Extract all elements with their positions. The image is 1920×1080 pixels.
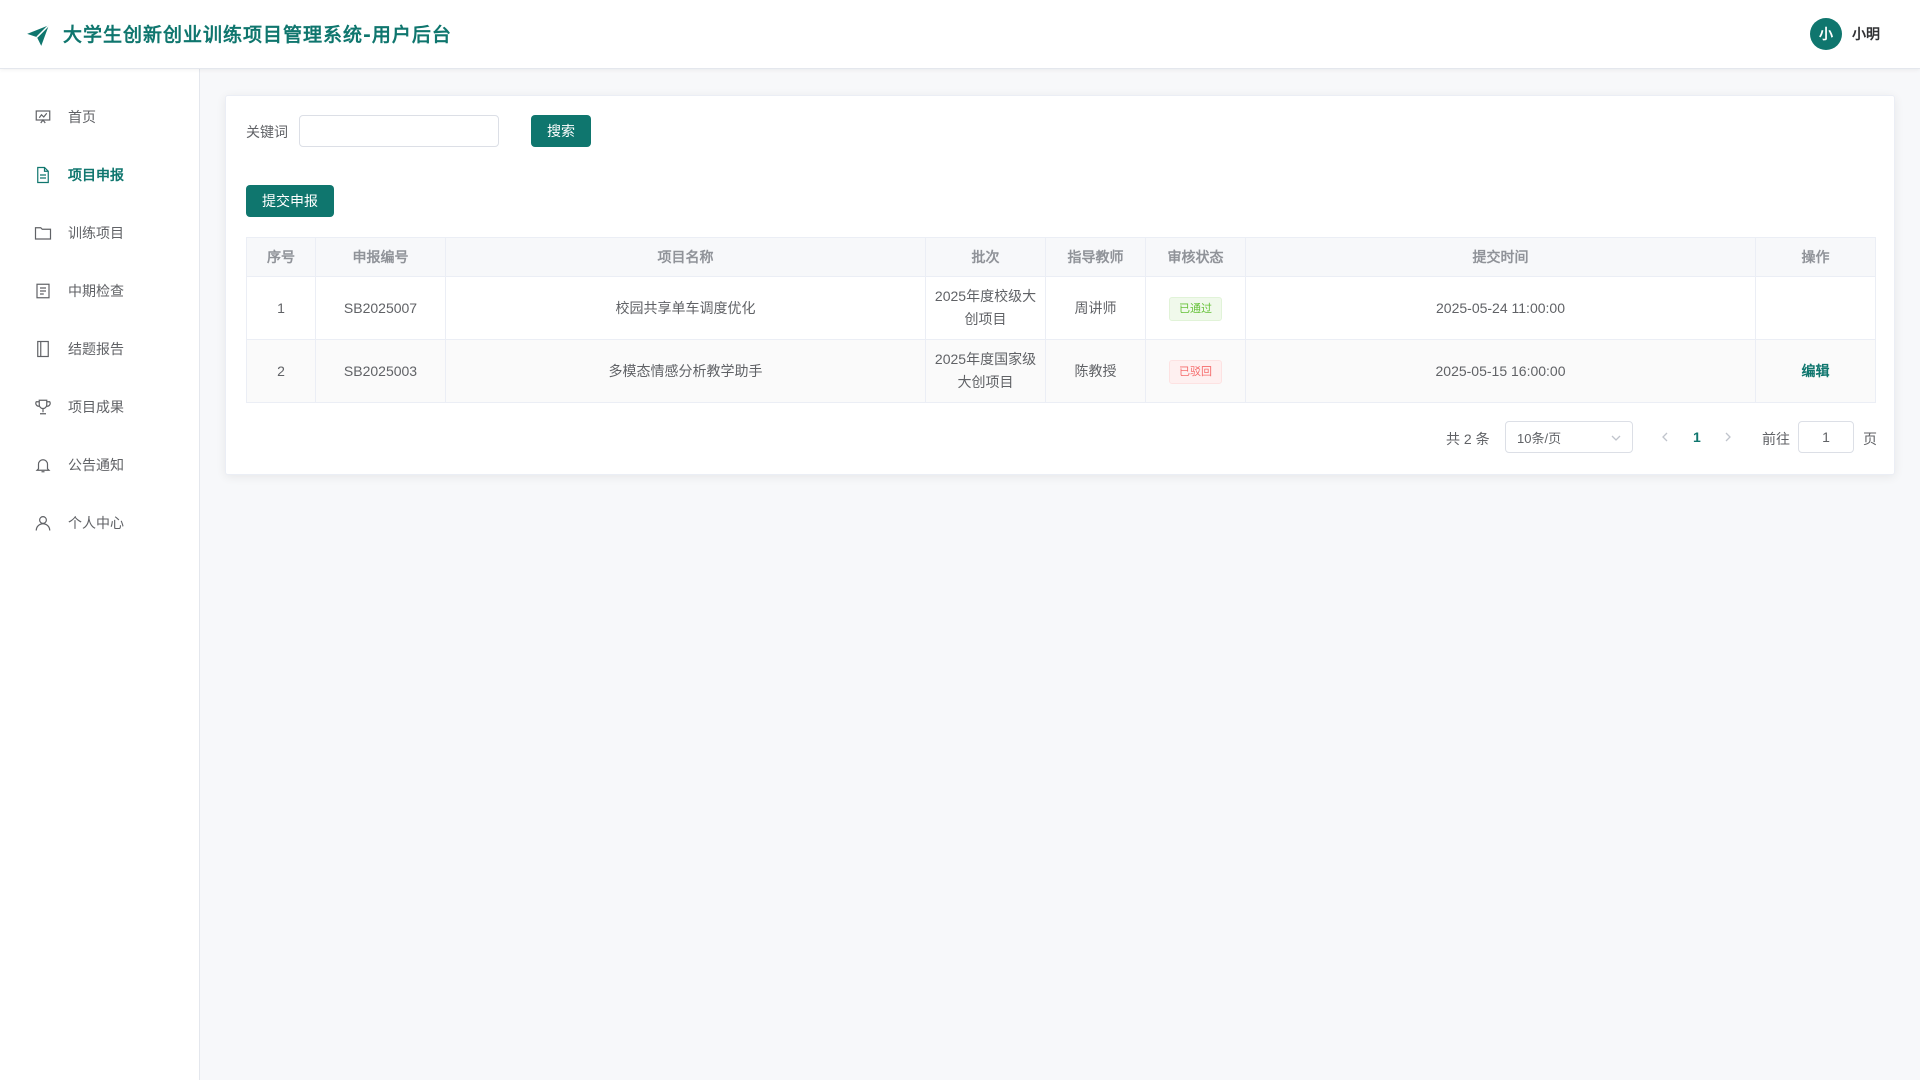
col-header-actions: 操作: [1755, 237, 1876, 277]
app-title: 大学生创新创业训练项目管理系统-用户后台: [63, 24, 452, 46]
document-icon: [37, 166, 49, 184]
sidebar-item-label: 中期检查: [68, 284, 124, 300]
goto-page-input[interactable]: [1798, 421, 1854, 453]
application-table: 序号 申报编号 项目名称 批次 指导教师 审核状态 提交时间 操作 1 SB20…: [246, 237, 1876, 403]
sidebar-item-final-report[interactable]: 结题报告: [0, 323, 199, 375]
sidebar-item-label: 结题报告: [68, 342, 124, 358]
col-header-name: 项目名称: [445, 237, 926, 277]
cell-name: 校园共享单车调度优化: [445, 276, 926, 340]
cell-submitted: 2025-05-24 11:00:00: [1245, 276, 1756, 340]
cell-actions: 编辑: [1755, 339, 1876, 403]
chevron-right-icon[interactable]: [1722, 431, 1734, 443]
status-badge: 已驳回: [1169, 359, 1222, 384]
username[interactable]: 小明: [1852, 24, 1880, 44]
submit-application-button[interactable]: 提交申报: [246, 185, 334, 217]
col-header-batch: 批次: [925, 237, 1046, 277]
page-size-select[interactable]: 10条/页: [1505, 421, 1633, 453]
cell-teacher: 周讲师: [1045, 276, 1146, 340]
cell-code: SB2025007: [315, 276, 446, 340]
sidebar-item-label: 项目申报: [68, 168, 124, 184]
col-header-teacher: 指导教师: [1045, 237, 1146, 277]
sidebar-item-achievements[interactable]: 项目成果: [0, 381, 199, 433]
table-row: 1 SB2025007 校园共享单车调度优化 2025年度校级大创项目 周讲师 …: [246, 276, 1876, 340]
main-card: 关键词 搜索 提交申报 序号 申报编号 项目名称 批次 指导教师 审核状态 提交…: [225, 95, 1895, 475]
sidebar-item-project-application[interactable]: 项目申报: [0, 149, 199, 201]
col-header-submitted: 提交时间: [1245, 237, 1756, 277]
status-badge: 已通过: [1169, 296, 1222, 321]
trophy-icon: [35, 399, 51, 415]
pagination-total: 共 2 条: [1446, 431, 1490, 447]
paper-plane-icon: [27, 24, 50, 46]
search-button[interactable]: 搜索: [531, 115, 591, 147]
top-header: 大学生创新创业训练项目管理系统-用户后台 小 小明: [0, 0, 1920, 69]
checklist-icon: [36, 283, 50, 299]
keyword-input[interactable]: [299, 115, 499, 147]
table-row: 2 SB2025003 多模态情感分析教学助手 2025年度国家级大创项目 陈教…: [246, 339, 1876, 403]
cell-status: 已通过: [1145, 276, 1246, 340]
page-size-value: 10条/页: [1517, 430, 1562, 446]
edit-link[interactable]: 编辑: [1802, 363, 1830, 379]
sidebar-item-label: 项目成果: [68, 400, 124, 416]
sidebar-item-profile[interactable]: 个人中心: [0, 497, 199, 549]
table-header-row: 序号 申报编号 项目名称 批次 指导教师 审核状态 提交时间 操作: [246, 237, 1876, 277]
sidebar-item-label: 公告通知: [68, 458, 124, 474]
goto-label: 前往: [1762, 431, 1790, 447]
page-unit-label: 页: [1863, 431, 1877, 447]
cell-index: 1: [246, 276, 316, 340]
dashboard-icon: [35, 110, 51, 124]
user-icon: [35, 516, 51, 531]
sidebar-item-label: 首页: [68, 110, 96, 126]
sidebar-item-label: 训练项目: [68, 226, 124, 242]
page-number-current[interactable]: 1: [1693, 429, 1701, 445]
chevron-down-icon: [1611, 435, 1621, 441]
cell-batch: 2025年度国家级大创项目: [925, 339, 1046, 403]
sidebar-item-training-projects[interactable]: 训练项目: [0, 207, 199, 259]
sidebar: 首页 项目申报 训练项目 中期检查 结题报告 项目成果 公告通知 个人中心: [0, 69, 200, 1080]
sidebar-item-midterm-check[interactable]: 中期检查: [0, 265, 199, 317]
chevron-left-icon[interactable]: [1659, 431, 1671, 443]
cell-teacher: 陈教授: [1045, 339, 1146, 403]
col-header-code: 申报编号: [315, 237, 446, 277]
cell-submitted: 2025-05-15 16:00:00: [1245, 339, 1756, 403]
col-header-status: 审核状态: [1145, 237, 1246, 277]
cell-name: 多模态情感分析教学助手: [445, 339, 926, 403]
pagination: 共 2 条 10条/页 1 前往 页: [226, 421, 1896, 455]
cell-code: SB2025003: [315, 339, 446, 403]
cell-index: 2: [246, 339, 316, 403]
notebook-icon: [37, 340, 49, 358]
cell-batch: 2025年度校级大创项目: [925, 276, 1046, 340]
bell-icon: [35, 459, 51, 473]
keyword-label: 关键词: [246, 125, 288, 141]
avatar[interactable]: 小: [1810, 18, 1842, 50]
sidebar-item-label: 个人中心: [68, 516, 124, 532]
sidebar-item-announcements[interactable]: 公告通知: [0, 439, 199, 491]
sidebar-item-home[interactable]: 首页: [0, 91, 199, 143]
cell-status: 已驳回: [1145, 339, 1246, 403]
cell-actions: [1755, 276, 1876, 340]
folder-icon: [34, 227, 52, 240]
user-menu[interactable]: 小 小明: [1810, 18, 1880, 50]
col-header-index: 序号: [246, 237, 316, 277]
